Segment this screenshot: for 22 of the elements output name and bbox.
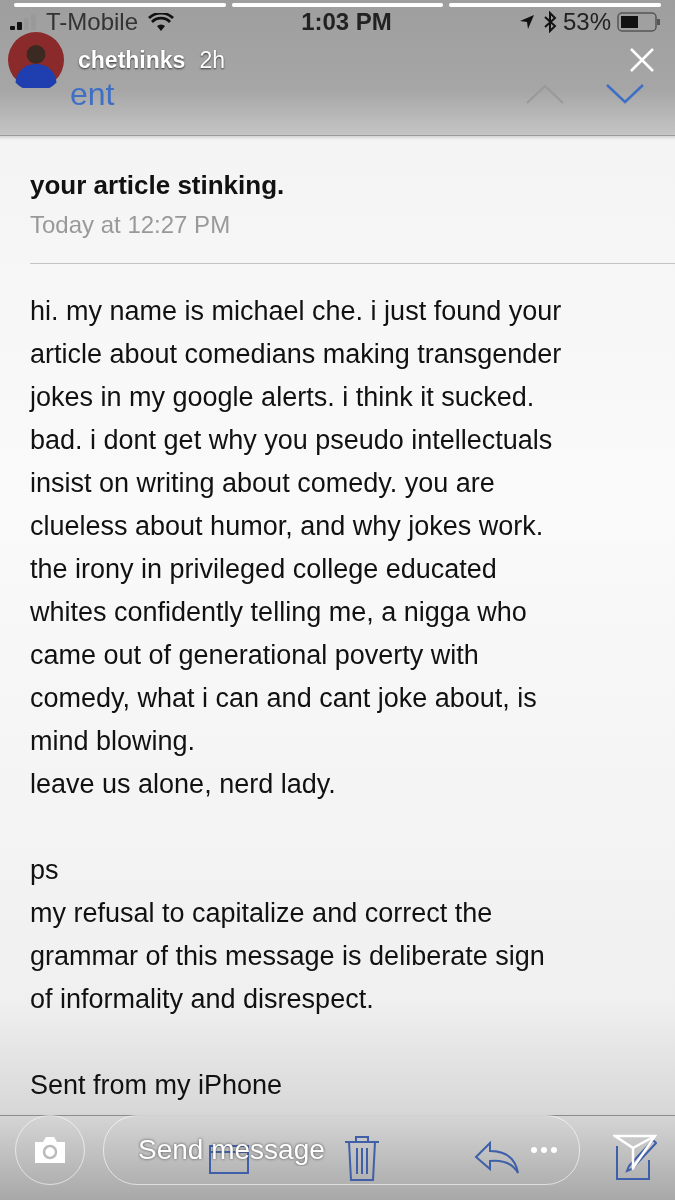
- email-paragraph: ps my refusal to capitalize and correct the grammar of this message is deliberate sign of informality and disrespect.: [30, 854, 546, 1016]
- battery-icon: [617, 12, 661, 32]
- carrier-name: T-Mobile: [46, 8, 139, 36]
- location-icon: [518, 14, 535, 30]
- camera-icon: [33, 1136, 67, 1164]
- trash-button[interactable]: [343, 1135, 380, 1181]
- email-subject: your article stinking.: [30, 170, 286, 201]
- story-username[interactable]: chethinks: [78, 46, 186, 74]
- avatar-icon: [8, 32, 64, 88]
- email-date: Today at 12:27 PM: [30, 211, 232, 239]
- battery-percent: 53%: [562, 8, 611, 36]
- close-button[interactable]: [629, 47, 655, 73]
- next-message-button[interactable]: [605, 83, 645, 105]
- email-paragraph: hi. my name is michael che. i just found your article about comedians making transgender jokes in my google alerts. i think it sucked. bad. i dont get why you pseudo intellectuals insist on writing about comedy. you are clueless about humor, and why jokes work. the irony in privileged college educated whites confidently telling me, a nigga who came out of generational poverty with comedy, what i can and cant joke about, is mind blowing. leave us alone, nerd lady.: [30, 295, 563, 801]
- reply-button[interactable]: [474, 1141, 521, 1175]
- send-button[interactable]: [613, 1134, 657, 1170]
- email-paragraph: Sent from my iPhone: [30, 1069, 284, 1102]
- status-time: 1:03 PM: [300, 8, 393, 36]
- story-age: 2h: [199, 46, 225, 74]
- wifi-icon: [148, 13, 175, 31]
- back-link[interactable]: ent: [70, 75, 115, 113]
- bluetooth-icon: [542, 11, 557, 33]
